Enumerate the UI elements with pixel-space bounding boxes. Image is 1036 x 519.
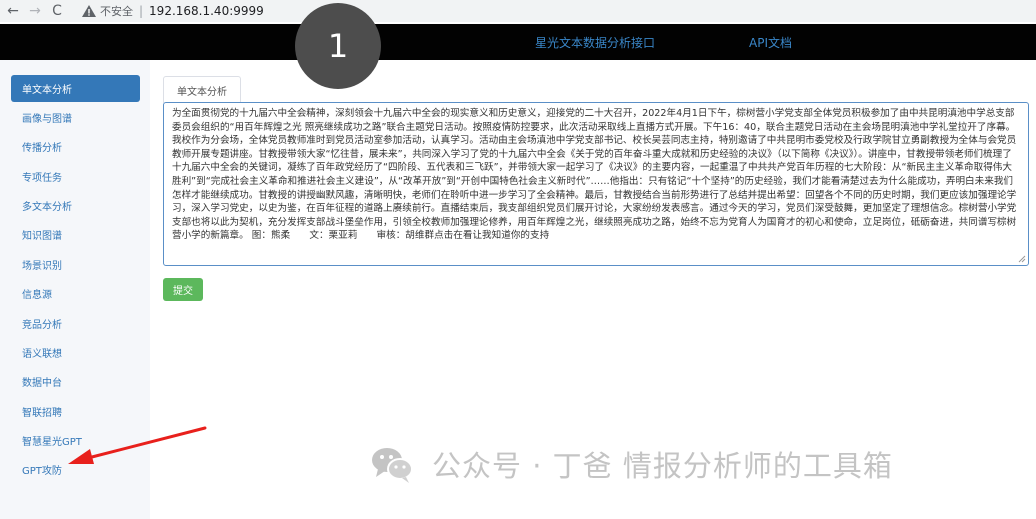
forward-icon[interactable]: →	[26, 3, 44, 19]
sidebar-item-single-text-analysis[interactable]: 单文本分析	[11, 75, 140, 102]
submit-button[interactable]: 提交	[163, 278, 203, 301]
tab-single-text-analysis[interactable]: 单文本分析	[163, 76, 241, 103]
security-label[interactable]: 不安全	[100, 3, 133, 19]
url-separator: |	[139, 4, 144, 18]
sidebar-item-scene-recognition[interactable]: 场景识别	[11, 251, 140, 278]
sidebar-item-semantic-association[interactable]: 语义联想	[11, 339, 140, 366]
sidebar-item-smart-starlight-gpt[interactable]: 智慧星光GPT	[11, 427, 140, 454]
sidebar-item-data-middle-platform[interactable]: 数据中台	[11, 368, 140, 395]
sidebar-item-gpt-attack-defense[interactable]: GPT攻防	[11, 456, 140, 483]
browser-toolbar: ← → C 不安全 | 192.168.1.40:9999	[0, 0, 1036, 22]
sidebar-item-info-source[interactable]: 信息源	[11, 280, 140, 307]
nav-brand-link[interactable]: 星光文本数据分析接口	[535, 34, 655, 51]
sidebar-item-competitor-analysis[interactable]: 竞品分析	[11, 310, 140, 337]
text-input-area[interactable]: 为全面贯彻党的十九届六中全会精神，深刻领会十九届六中全会的现实意义和历史意义，迎…	[163, 102, 1029, 266]
step-number-badge: 1	[295, 3, 381, 89]
sidebar-item-portrait-graph[interactable]: 画像与图谱	[11, 104, 140, 131]
sidebar-item-special-task[interactable]: 专项任务	[11, 163, 140, 190]
wechat-icon	[372, 448, 413, 483]
watermark-text: 公众号 · 丁爸 情报分析师的工具箱	[432, 449, 893, 483]
sidebar-item-knowledge-graph[interactable]: 知识图谱	[11, 221, 140, 248]
reload-icon[interactable]: C	[48, 3, 66, 19]
watermark: 公众号 · 丁爸 情报分析师的工具箱	[370, 444, 893, 484]
text-input-content: 为全面贯彻党的十九届六中全会精神，深刻领会十九届六中全会的现实意义和历史意义，迎…	[172, 108, 1017, 242]
address-bar[interactable]: 192.168.1.40:9999	[149, 4, 264, 18]
back-icon[interactable]: ←	[4, 3, 22, 19]
warning-icon	[82, 5, 96, 17]
sidebar-item-multi-text-analysis[interactable]: 多文本分析	[11, 192, 140, 219]
sidebar-item-zhaopin[interactable]: 智联招聘	[11, 398, 140, 425]
nav-api-docs-link[interactable]: API文档	[749, 34, 792, 51]
resize-handle-icon[interactable]	[1018, 255, 1026, 263]
top-navbar: 星光文本数据分析接口 API文档	[0, 24, 1036, 60]
sidebar-item-propagation-analysis[interactable]: 传播分析	[11, 133, 140, 160]
